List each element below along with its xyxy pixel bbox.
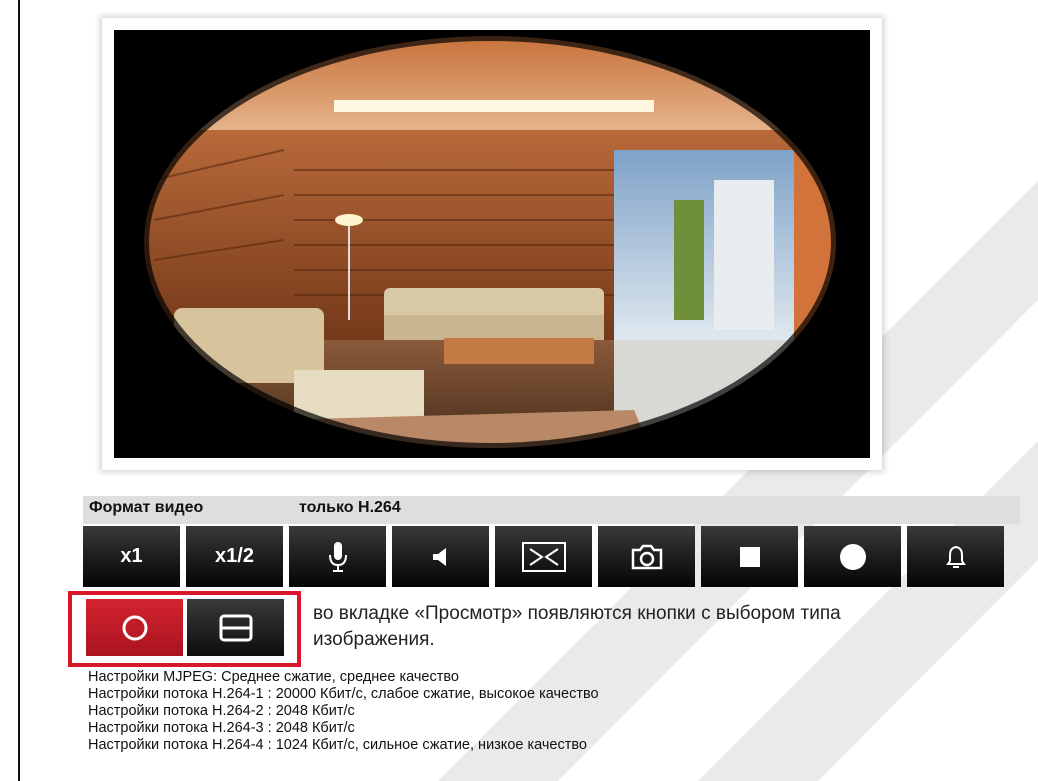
image-type-buttons — [86, 599, 284, 656]
video-stream[interactable] — [114, 30, 870, 458]
camera-icon — [631, 544, 662, 569]
stream-settings-list: Настройки MJPEG: Среднее сжатие, среднее… — [88, 669, 599, 754]
zoom-half-button[interactable]: x1/2 — [186, 526, 283, 587]
microphone-icon — [328, 541, 347, 572]
setting-h264-4: Настройки потока H.264-4 : 1024 Кбит/с, … — [88, 737, 587, 753]
video-frame — [102, 18, 882, 470]
setting-h264-2: Настройки потока H.264-2 : 2048 Кбит/с — [88, 703, 355, 719]
stop-icon — [739, 546, 760, 567]
snapshot-button[interactable] — [598, 526, 695, 587]
split-view-icon — [219, 614, 252, 641]
alarm-bell-icon — [945, 545, 966, 568]
page-left-border — [18, 0, 20, 781]
video-format-bar: Формат видео только H.264 — [83, 496, 1020, 524]
record-button[interactable] — [804, 526, 901, 587]
video-format-label: Формат видео — [89, 499, 204, 516]
flip-icon — [521, 541, 566, 572]
speaker-button[interactable] — [392, 526, 489, 587]
alarm-button[interactable] — [907, 526, 1004, 587]
setting-mjpeg: Настройки MJPEG: Среднее сжатие, среднее… — [88, 669, 459, 685]
stop-button[interactable] — [701, 526, 798, 587]
flip-button[interactable] — [495, 526, 592, 587]
split-view-button[interactable] — [187, 599, 284, 656]
speaker-icon — [432, 547, 446, 566]
zoom-x1-button[interactable]: x1 — [83, 526, 180, 587]
setting-h264-1: Настройки потока H.264-1 : 20000 Кбит/с,… — [88, 686, 599, 702]
video-toolbar: x1 x1/2 — [83, 526, 1004, 587]
microphone-button[interactable] — [289, 526, 386, 587]
circle-view-button[interactable] — [86, 599, 183, 656]
circle-view-icon — [122, 615, 147, 640]
setting-h264-3: Настройки потока H.264-3 : 2048 Кбит/с — [88, 720, 355, 736]
description-text: во вкладке «Просмотр» появляются кнопки … — [313, 603, 841, 650]
record-icon — [839, 543, 866, 570]
video-format-value: только H.264 — [299, 499, 401, 516]
fisheye-image — [114, 30, 870, 458]
